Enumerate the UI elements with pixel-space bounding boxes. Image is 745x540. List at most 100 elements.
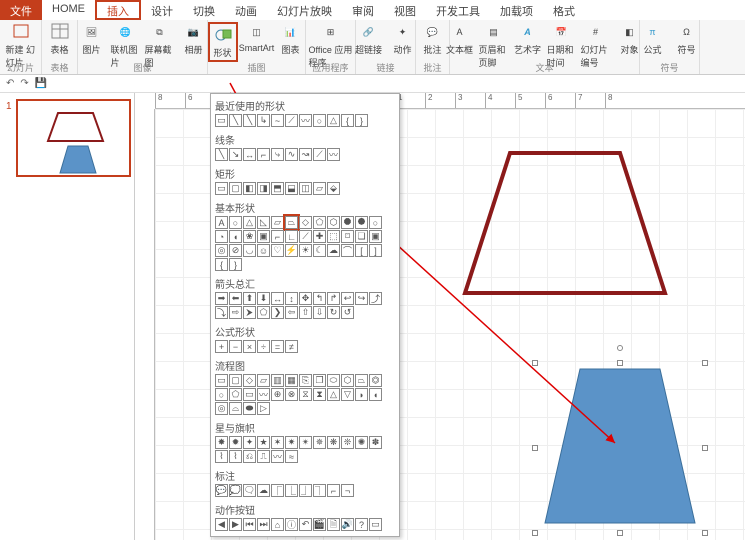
shape-scribble[interactable]: 〰 xyxy=(327,148,340,161)
shape-scroll-h[interactable]: ⎍ xyxy=(257,450,270,463)
shape-rect[interactable]: ▭ xyxy=(215,182,228,195)
shape-arrow-ud[interactable]: ↕ xyxy=(285,292,298,305)
handle-nw[interactable] xyxy=(532,360,538,366)
tab-format[interactable]: 格式 xyxy=(543,0,585,20)
shape-arrow-circular[interactable]: ↺ xyxy=(341,306,354,319)
shape-arrow-r[interactable]: ➡ xyxy=(215,292,228,305)
shape-ribbon2[interactable]: ⌇ xyxy=(229,450,242,463)
shape-brace[interactable]: { xyxy=(341,114,354,127)
shape-star24[interactable]: ✺ xyxy=(355,436,368,449)
shape-brace[interactable]: { xyxy=(215,258,228,271)
shape-arrow-bent[interactable]: ↱ xyxy=(327,292,340,305)
shape-plus[interactable]: + xyxy=(215,340,228,353)
shape-callout-line2[interactable]: ⎿ xyxy=(285,484,298,497)
shape-arc[interactable]: ⌒ xyxy=(341,244,354,257)
shape-half-frame[interactable]: ⌐ xyxy=(271,230,284,243)
shape-round-rect[interactable]: ⬙ xyxy=(327,182,340,195)
shape-brace[interactable]: } xyxy=(355,114,368,127)
chart-button[interactable]: 📊图表 xyxy=(276,22,306,56)
shape-bevel[interactable]: ▣ xyxy=(369,230,382,243)
shape-action-back[interactable]: ◀ xyxy=(215,518,228,531)
shape-heart[interactable]: ♡ xyxy=(271,244,284,257)
picture-button[interactable]: 🖼图片 xyxy=(77,22,107,56)
shape-action-sound[interactable]: 🔊 xyxy=(341,518,354,531)
shape-action-info[interactable]: ⓘ xyxy=(285,518,298,531)
shape-fc-manual-op[interactable]: ⏣ xyxy=(369,374,382,387)
shape-l-shape[interactable]: ∟ xyxy=(285,230,298,243)
album-button[interactable]: 📷相册 xyxy=(179,22,209,56)
shape-heptagon[interactable]: ⯃ xyxy=(341,216,354,229)
shape-oval[interactable]: ○ xyxy=(313,114,326,127)
shape-smiley[interactable]: ☺ xyxy=(257,244,270,257)
shape-star32[interactable]: ✽ xyxy=(369,436,382,449)
shape-fc-prep[interactable]: ⬡ xyxy=(341,374,354,387)
shape-fc-sort[interactable]: ⧗ xyxy=(313,388,326,401)
shape-action-blank[interactable]: ▭ xyxy=(369,518,382,531)
tab-slideshow[interactable]: 幻灯片放映 xyxy=(267,0,342,20)
shape-callout-rect[interactable]: 💬 xyxy=(215,484,228,497)
shape-action-home[interactable]: ⌂ xyxy=(271,518,284,531)
tab-view[interactable]: 视图 xyxy=(384,0,426,20)
tab-review[interactable]: 审阅 xyxy=(342,0,384,20)
symbol-button[interactable]: Ω符号 xyxy=(672,22,702,56)
shape-action-fwd[interactable]: ▶ xyxy=(229,518,242,531)
shape-fc-alt[interactable]: ▢ xyxy=(229,374,242,387)
shape-donut[interactable]: ◎ xyxy=(215,244,228,257)
shape-not-equal[interactable]: ≠ xyxy=(285,340,298,353)
shape-diag-stripe[interactable]: ⟋ xyxy=(299,230,312,243)
shape-snip-rect[interactable]: ◧ xyxy=(243,182,256,195)
shape-trapezoid[interactable]: ⏢ xyxy=(285,216,298,229)
qat-redo-icon[interactable]: ↷ xyxy=(20,78,28,89)
shape-arrow-callout[interactable]: ⇦ xyxy=(285,306,298,319)
shape-fc-document[interactable]: ⎘ xyxy=(299,374,312,387)
handle-w[interactable] xyxy=(532,445,538,451)
shape-fc-merge[interactable]: ▽ xyxy=(341,388,354,401)
shape-fc-connector[interactable]: ○ xyxy=(215,388,228,401)
shape-freeform[interactable]: ⟋ xyxy=(285,114,298,127)
shape-curve[interactable]: ~ xyxy=(271,114,284,127)
hyperlink-button[interactable]: 🔗超链接 xyxy=(354,22,384,56)
tab-transition[interactable]: 切换 xyxy=(183,0,225,20)
shape-fc-stored[interactable]: ◗ xyxy=(355,388,368,401)
shape-hexagon[interactable]: ⬡ xyxy=(327,216,340,229)
shape-frame[interactable]: ▣ xyxy=(257,230,270,243)
shape-rt-triangle[interactable]: ◺ xyxy=(257,216,270,229)
shape-round-rect[interactable]: ◫ xyxy=(299,182,312,195)
shape-fc-seq[interactable]: ◎ xyxy=(215,402,228,415)
shape-curve-arrow[interactable]: ↝ xyxy=(299,148,312,161)
shape-explosion[interactable]: ✸ xyxy=(215,436,228,449)
shape-line[interactable]: ╲ xyxy=(243,114,256,127)
shape-round-rect[interactable]: ▱ xyxy=(313,182,326,195)
shape-sun[interactable]: ☀ xyxy=(299,244,312,257)
shape-fc-offpage[interactable]: ⬠ xyxy=(229,388,242,401)
shape-rect[interactable]: ▭ xyxy=(215,114,228,127)
shape-star16[interactable]: ❊ xyxy=(341,436,354,449)
shape-round-rect[interactable]: ▢ xyxy=(229,182,242,195)
smartart-button[interactable]: ◫SmartArt xyxy=(242,22,272,53)
shape-can[interactable]: ⌑ xyxy=(341,230,354,243)
shape-cube[interactable]: ❏ xyxy=(355,230,368,243)
shape-callout-line[interactable]: ⎾ xyxy=(271,484,284,497)
shape-curve[interactable]: ∿ xyxy=(285,148,298,161)
comment-button[interactable]: 💬批注 xyxy=(418,22,448,56)
header-footer-button[interactable]: ▤页眉和页脚 xyxy=(479,22,509,69)
shape-callout-line3[interactable]: ⏌ xyxy=(299,484,312,497)
shape-fc-process[interactable]: ▭ xyxy=(215,374,228,387)
shape-wave[interactable]: 〰 xyxy=(271,450,284,463)
shape-arrow-curved[interactable]: ⤴ xyxy=(369,292,382,305)
shape-star5[interactable]: ★ xyxy=(257,436,270,449)
shape-callout-cloud[interactable]: ☁ xyxy=(257,484,270,497)
shape-arrow-pentagon[interactable]: ⬠ xyxy=(257,306,270,319)
shape-scroll-v[interactable]: ⎌ xyxy=(243,450,256,463)
shape-arrow-d[interactable]: ⬇ xyxy=(257,292,270,305)
shape-callout-round[interactable]: 💭 xyxy=(229,484,242,497)
shape-fc-tape[interactable]: 〰 xyxy=(257,388,270,401)
shape-freeform[interactable]: ⟋ xyxy=(313,148,326,161)
shape-cross[interactable]: ✚ xyxy=(313,230,326,243)
shape-tri[interactable]: △ xyxy=(327,114,340,127)
shape-arrow-notched[interactable]: ⮞ xyxy=(243,306,256,319)
shape-arrow-callout[interactable]: ⇩ xyxy=(313,306,326,319)
shape-multiply[interactable]: × xyxy=(243,340,256,353)
shape-minus[interactable]: − xyxy=(229,340,242,353)
shape-snip-rect[interactable]: ⬒ xyxy=(271,182,284,195)
